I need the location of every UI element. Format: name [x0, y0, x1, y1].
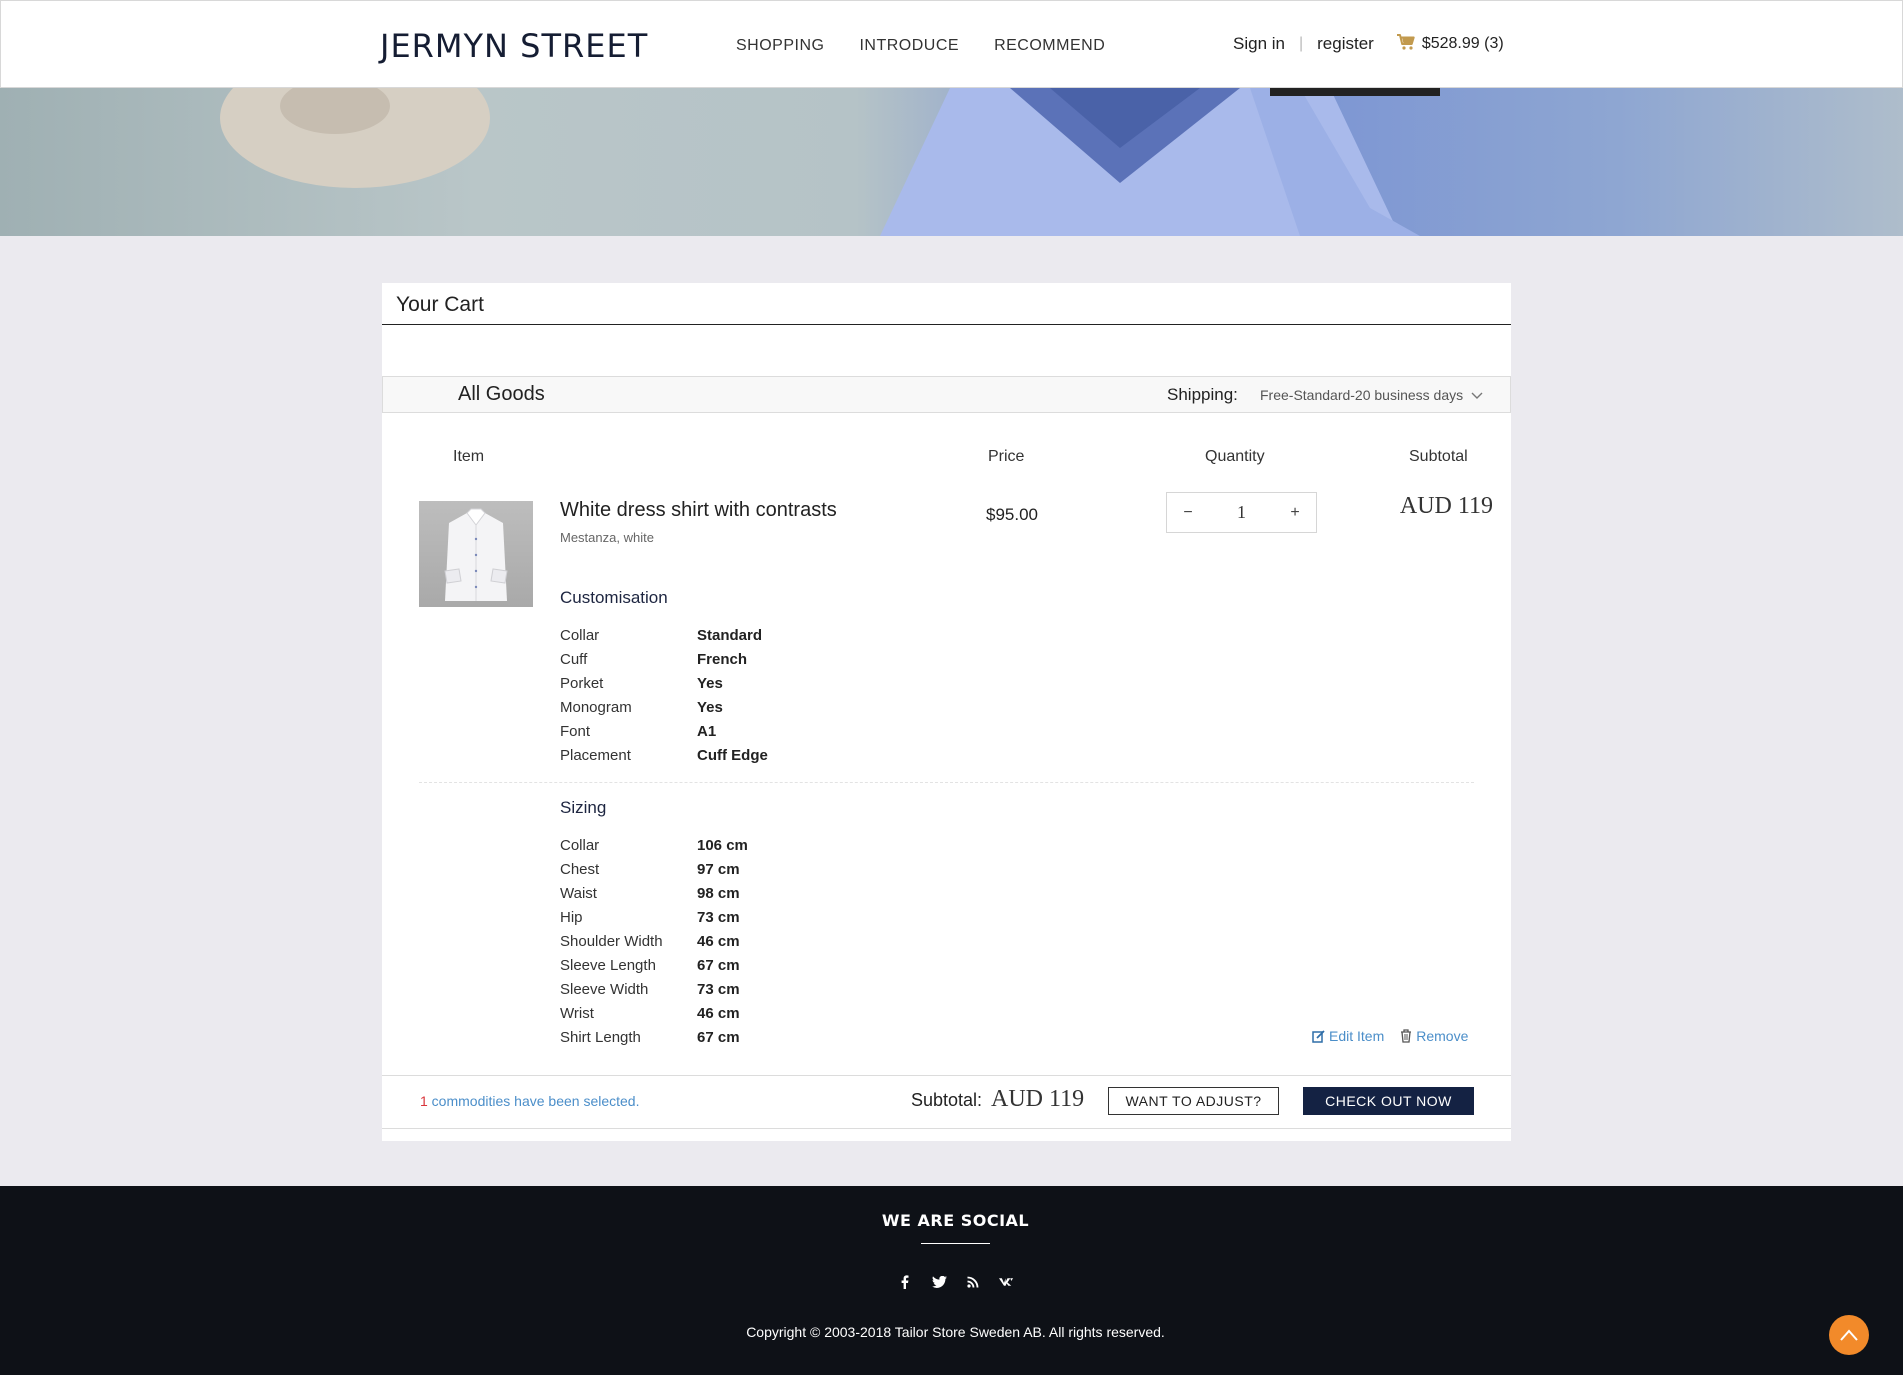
- spec-row: Wrist 46 cm: [560, 1004, 740, 1022]
- summary-subtotal-label: Subtotal:: [911, 1090, 983, 1110]
- cart-panel: Your Cart All Goods Shipping: Free-Stand…: [382, 283, 1511, 1141]
- copyright-text: Copyright © 2003-2018 Tailor Store Swede…: [746, 1324, 1165, 1340]
- shipping-select[interactable]: Free-Standard-20 business days: [1260, 387, 1483, 403]
- account-separator: |: [1298, 35, 1304, 52]
- trash-icon: [1401, 1029, 1412, 1043]
- cart-summary-bar: 1 commodities have been selected. Subtot…: [382, 1075, 1511, 1129]
- spec-row: Sleeve Width 73 cm: [560, 980, 740, 998]
- col-head-price: Price: [988, 448, 1025, 465]
- hero-banner: [0, 88, 1903, 236]
- social-title: WE ARE SOCIAL: [881, 1211, 1030, 1230]
- spec-row: Cuff French: [560, 650, 748, 668]
- increment-button[interactable]: +: [1288, 504, 1302, 522]
- cart-icon[interactable]: [1396, 33, 1416, 51]
- item-actions: Edit Item Remove: [1312, 1028, 1468, 1044]
- shipping-value: Free-Standard-20 business days: [1260, 387, 1464, 403]
- twitter-icon[interactable]: [931, 1274, 947, 1290]
- decrement-button[interactable]: −: [1181, 504, 1195, 522]
- title-divider: [382, 324, 1511, 325]
- shirt-banner-image: [220, 88, 1440, 236]
- product-subtitle: Mestanza, white: [560, 530, 654, 545]
- checkout-button[interactable]: CHECK OUT NOW: [1303, 1087, 1474, 1115]
- product-name[interactable]: White dress shirt with contrasts: [560, 499, 837, 522]
- want-to-adjust-button[interactable]: WANT TO ADJUST?: [1108, 1087, 1279, 1115]
- spec-row: Hip 73 cm: [560, 908, 740, 926]
- all-goods-label: All Goods: [458, 383, 545, 405]
- account-area: Sign in | register $528.99 (3): [1233, 34, 1504, 54]
- remove-link[interactable]: Remove: [1400, 1028, 1468, 1044]
- spec-row: Collar Standard: [560, 626, 763, 644]
- spec-row: Shoulder Width 46 cm: [560, 932, 740, 950]
- edit-icon: [1312, 1029, 1325, 1043]
- edit-item-link[interactable]: Edit Item: [1312, 1028, 1384, 1044]
- chevron-up-icon: [1840, 1329, 1858, 1341]
- quantity-value[interactable]: 1: [1237, 502, 1246, 523]
- product-price: $95.00: [986, 505, 1038, 524]
- site-footer: WE ARE SOCIAL Copyright © 2003-2018 Tail…: [0, 1186, 1903, 1375]
- nav-recommend[interactable]: RECOMMEND: [994, 37, 1105, 55]
- spec-row: Chest 97 cm: [560, 860, 740, 878]
- spec-row: Monogram Yes: [560, 698, 723, 716]
- site-logo[interactable]: JERMYN STREET: [380, 27, 648, 65]
- customisation-title: Customisation: [560, 588, 668, 607]
- goods-bar: All Goods Shipping: Free-Standard-20 bus…: [382, 376, 1511, 413]
- back-to-top-button[interactable]: [1829, 1315, 1869, 1355]
- quantity-stepper: − 1 +: [1166, 492, 1317, 533]
- vk-icon[interactable]: [999, 1274, 1015, 1290]
- register-link[interactable]: register: [1317, 34, 1374, 54]
- section-divider: [419, 782, 1474, 783]
- sizing-list: Collar 106 cm Chest 97 cm Waist 98 cm Hip 73…: [560, 833, 860, 1049]
- col-head-subtotal: Subtotal: [1409, 448, 1468, 465]
- line-subtotal: AUD 119: [1399, 493, 1493, 519]
- col-head-quantity: Quantity: [1205, 448, 1265, 465]
- facebook-icon[interactable]: [897, 1274, 913, 1290]
- spec-row: Shirt Length 67 cm: [560, 1028, 740, 1046]
- social-divider: [921, 1243, 990, 1244]
- spec-row: Sleeve Length 67 cm: [560, 956, 740, 974]
- spec-row: Placement Cuff Edge: [560, 746, 768, 764]
- sign-in-link[interactable]: Sign in: [1233, 34, 1285, 54]
- product-thumbnail[interactable]: [419, 501, 533, 607]
- main-nav: SHOPPING INTRODUCE RECOMMEND: [736, 37, 1105, 55]
- spec-row: Font A1: [560, 722, 717, 740]
- chevron-down-icon: [1471, 392, 1483, 399]
- selected-count-note: 1 commodities have been selected.: [420, 1093, 640, 1109]
- spec-row: Porket Yes: [560, 674, 723, 692]
- nav-shopping[interactable]: SHOPPING: [736, 37, 824, 55]
- col-head-item: Item: [453, 448, 485, 465]
- spec-row: Collar 106 cm: [560, 836, 748, 854]
- cart-title: Your Cart: [396, 293, 484, 316]
- summary-subtotal-amount: AUD 119: [991, 1086, 1085, 1112]
- customisation-list: Collar Standard Cuff French Porket Yes Mono…: [560, 623, 860, 767]
- social-icons: [897, 1274, 1015, 1290]
- shipping-label: Shipping:: [1167, 385, 1238, 404]
- rss-icon[interactable]: [965, 1274, 981, 1290]
- site-header: JERMYN STREET SHOPPING INTRODUCE RECOMME…: [0, 0, 1903, 88]
- cart-total[interactable]: $528.99 (3): [1422, 35, 1504, 53]
- spec-row: Waist 98 cm: [560, 884, 740, 902]
- sizing-title: Sizing: [560, 798, 607, 817]
- nav-introduce[interactable]: INTRODUCE: [859, 37, 959, 55]
